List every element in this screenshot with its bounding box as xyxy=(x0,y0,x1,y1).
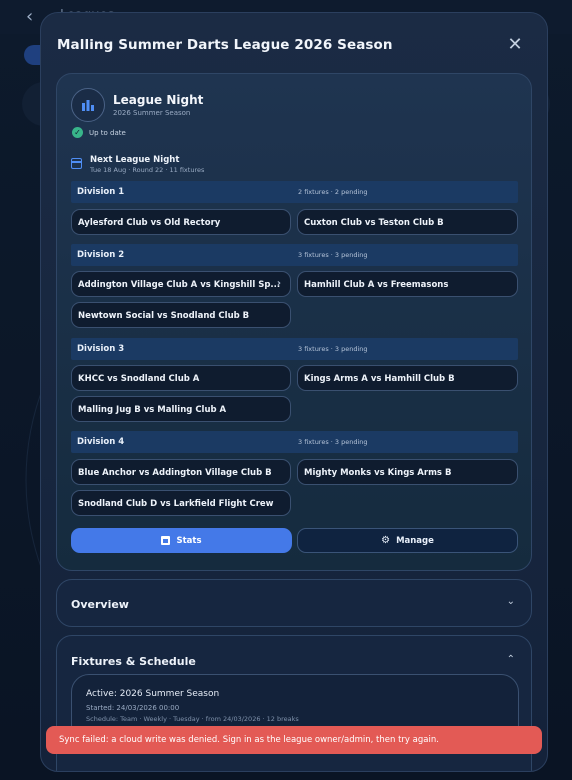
fixture-button[interactable]: Addington Village Club A vs Kingshill Sp… xyxy=(71,271,291,297)
fixture-button[interactable]: Mighty Monks vs Kings Arms B xyxy=(297,459,518,485)
fixture-button[interactable]: Snodland Club D vs Larkfield Flight Crew xyxy=(71,490,291,516)
fixture-button[interactable]: Newtown Social vs Snodland Club B xyxy=(71,302,291,328)
back-icon[interactable]: ‹ xyxy=(26,6,33,27)
division-meta: 3 fixtures · 3 pending xyxy=(298,345,368,353)
stats-label: Stats xyxy=(176,535,202,546)
fixture-button[interactable]: Hamhill Club A vs Freemasons xyxy=(297,271,518,297)
division-header: Division 4 3 fixtures · 3 pending xyxy=(71,431,518,453)
fixture-button[interactable]: Cuxton Club vs Teston Club B xyxy=(297,209,518,235)
division-meta: 3 fixtures · 3 pending xyxy=(298,438,368,446)
division-header: Division 1 2 fixtures · 2 pending xyxy=(71,181,518,203)
division-name: Division 1 xyxy=(77,187,125,197)
calendar-icon xyxy=(71,158,82,169)
fixture-button[interactable]: KHCC vs Snodland Club A xyxy=(71,365,291,391)
league-night-title: League Night xyxy=(113,93,204,107)
division-meta: 2 fixtures · 2 pending xyxy=(298,188,368,196)
sync-status-label: Up to date xyxy=(89,128,126,137)
next-league-night-detail: Tue 18 Aug · Round 22 · 11 fixtures xyxy=(90,166,205,174)
chevron-right-icon: › xyxy=(276,278,281,289)
season-started: Started: 24/03/2026 00:00 xyxy=(86,704,180,712)
bar-chart-icon xyxy=(71,88,105,122)
stats-icon xyxy=(161,536,171,545)
division-header: Division 3 3 fixtures · 3 pending xyxy=(71,338,518,360)
league-night-subtitle: 2026 Summer Season xyxy=(113,109,191,117)
error-toast-message: Sync failed: a cloud write was denied. S… xyxy=(59,735,439,745)
division-name: Division 4 xyxy=(77,437,125,447)
fixture-button[interactable]: Kings Arms A vs Hamhill Club B xyxy=(297,365,518,391)
active-season-title: Active: 2026 Summer Season xyxy=(86,689,220,699)
fixture-button[interactable]: Aylesford Club vs Old Rectory xyxy=(71,209,291,235)
manage-label: Manage xyxy=(396,535,434,546)
next-league-night-title: Next League Night xyxy=(90,155,180,165)
overview-section[interactable]: Overview ⌄ xyxy=(56,579,532,627)
division-name: Division 2 xyxy=(77,250,125,260)
season-schedule: Schedule: Team · Weekly · Tuesday · from… xyxy=(86,715,299,723)
manage-button[interactable]: ⚙ Manage xyxy=(297,528,518,553)
error-toast[interactable]: Sync failed: a cloud write was denied. S… xyxy=(46,726,542,754)
overview-title: Overview xyxy=(71,598,129,611)
chevron-up-icon[interactable]: ⌃ xyxy=(507,654,515,665)
league-night-card: League Night 2026 Summer Season ✓ Up to … xyxy=(56,73,532,571)
gear-icon: ⚙ xyxy=(381,535,391,546)
fixtures-schedule-title: Fixtures & Schedule xyxy=(71,655,196,668)
fixture-label: Addington Village Club A vs Kingshill Sp… xyxy=(78,280,281,290)
modal-title: Malling Summer Darts League 2026 Season xyxy=(57,37,393,53)
next-league-night: Next League Night Tue 18 Aug · Round 22 … xyxy=(71,155,204,174)
check-icon: ✓ xyxy=(72,127,83,138)
fixture-button[interactable]: Malling Jug B vs Malling Club A xyxy=(71,396,291,422)
division-header: Division 2 3 fixtures · 3 pending xyxy=(71,244,518,266)
league-modal: Malling Summer Darts League 2026 Season … xyxy=(40,12,548,772)
chevron-down-icon[interactable]: ⌄ xyxy=(507,596,515,607)
division-meta: 3 fixtures · 3 pending xyxy=(298,251,368,259)
close-icon[interactable]: ✕ xyxy=(505,35,525,55)
fixture-button[interactable]: Blue Anchor vs Addington Village Club B xyxy=(71,459,291,485)
sync-status: ✓ Up to date xyxy=(72,127,126,138)
division-name: Division 3 xyxy=(77,344,125,354)
modal-header: Malling Summer Darts League 2026 Season … xyxy=(41,13,547,73)
stats-button[interactable]: Stats xyxy=(71,528,292,553)
